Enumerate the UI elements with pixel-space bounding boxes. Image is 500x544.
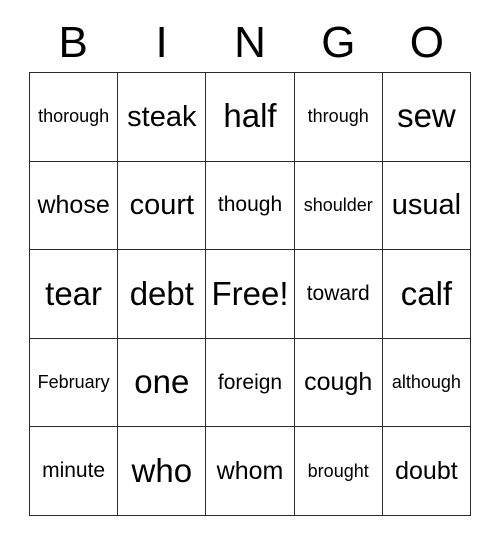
bingo-cell-o5[interactable]: doubt — [382, 427, 472, 516]
bingo-cell-n1[interactable]: half — [206, 73, 295, 162]
bingo-row: tear debt Free! toward calf — [30, 250, 472, 339]
bingo-row: February one foreign cough although — [30, 338, 472, 428]
bingo-free-space-label: Free! — [211, 274, 289, 312]
bingo-cell-g2[interactable]: shoulder — [294, 161, 383, 251]
bingo-cell-label: minute — [42, 459, 106, 483]
bingo-header-letter-i: I — [155, 18, 168, 67]
bingo-header-letter-o: O — [409, 18, 444, 67]
bingo-cell-g5[interactable]: brought — [294, 427, 383, 516]
bingo-cell-i3[interactable]: debt — [118, 250, 207, 339]
bingo-cell-label: half — [223, 97, 277, 135]
bingo-cell-label: usual — [391, 189, 462, 222]
bingo-cell-label: court — [129, 189, 195, 222]
bingo-cell-label: debt — [129, 274, 194, 312]
bingo-cell-label: doubt — [395, 457, 458, 486]
bingo-cell-o3[interactable]: calf — [382, 250, 472, 339]
bingo-cell-g4[interactable]: cough — [294, 338, 383, 428]
bingo-cell-free-space[interactable]: Free! — [206, 250, 295, 339]
bingo-cell-label: shoulder — [303, 194, 373, 215]
bingo-cell-i2[interactable]: court — [118, 161, 207, 251]
bingo-cell-b4[interactable]: February — [30, 338, 119, 428]
bingo-row: minute who whom brought doubt — [30, 427, 472, 516]
bingo-header-letter-b: B — [58, 18, 88, 67]
bingo-cell-label: toward — [306, 281, 370, 305]
bingo-cell-label: cough — [304, 368, 373, 397]
bingo-cell-label: February — [37, 372, 110, 393]
bingo-cell-o2[interactable]: usual — [382, 161, 472, 251]
bingo-cell-i5[interactable]: who — [118, 427, 207, 516]
bingo-cell-b5[interactable]: minute — [30, 427, 119, 516]
bingo-cell-label: whose — [37, 191, 110, 220]
bingo-cell-label: calf — [400, 274, 453, 312]
bingo-cell-n4[interactable]: foreign — [206, 338, 295, 428]
bingo-cell-label: sew — [397, 97, 456, 135]
bingo-header-row: B I N G O — [29, 14, 471, 72]
bingo-cell-label: tear — [45, 274, 103, 312]
bingo-cell-o4[interactable]: although — [382, 338, 472, 428]
bingo-header-letter-g: G — [321, 18, 356, 67]
bingo-cell-g3[interactable]: toward — [294, 250, 383, 339]
bingo-cell-b3[interactable]: tear — [30, 250, 119, 339]
bingo-cell-label: foreign — [217, 370, 283, 394]
bingo-cell-g1[interactable]: through — [294, 73, 383, 162]
bingo-cell-i4[interactable]: one — [118, 338, 207, 428]
bingo-cell-o1[interactable]: sew — [382, 73, 472, 162]
bingo-cell-label: whom — [216, 457, 284, 486]
bingo-cell-label: one — [134, 363, 190, 401]
bingo-cell-label: through — [307, 106, 369, 127]
bingo-cell-label: steak — [127, 100, 197, 133]
bingo-cell-label: who — [131, 451, 193, 489]
bingo-row: whose court though shoulder usual — [30, 161, 472, 251]
bingo-row: thorough steak half through sew — [30, 73, 472, 162]
bingo-cell-b2[interactable]: whose — [30, 161, 119, 251]
bingo-header-letter-n: N — [234, 18, 266, 67]
bingo-cell-label: although — [391, 372, 461, 393]
bingo-cell-n5[interactable]: whom — [206, 427, 295, 516]
bingo-cell-label: brought — [307, 460, 369, 481]
bingo-card: B I N G O thorough steak half through se… — [0, 0, 500, 544]
bingo-grid: thorough steak half through sew whose co… — [29, 72, 472, 516]
bingo-cell-n2[interactable]: though — [206, 161, 295, 251]
bingo-cell-i1[interactable]: steak — [118, 73, 207, 162]
bingo-cell-label: thorough — [38, 106, 110, 127]
bingo-cell-label: though — [217, 193, 283, 217]
bingo-cell-b1[interactable]: thorough — [30, 73, 119, 162]
